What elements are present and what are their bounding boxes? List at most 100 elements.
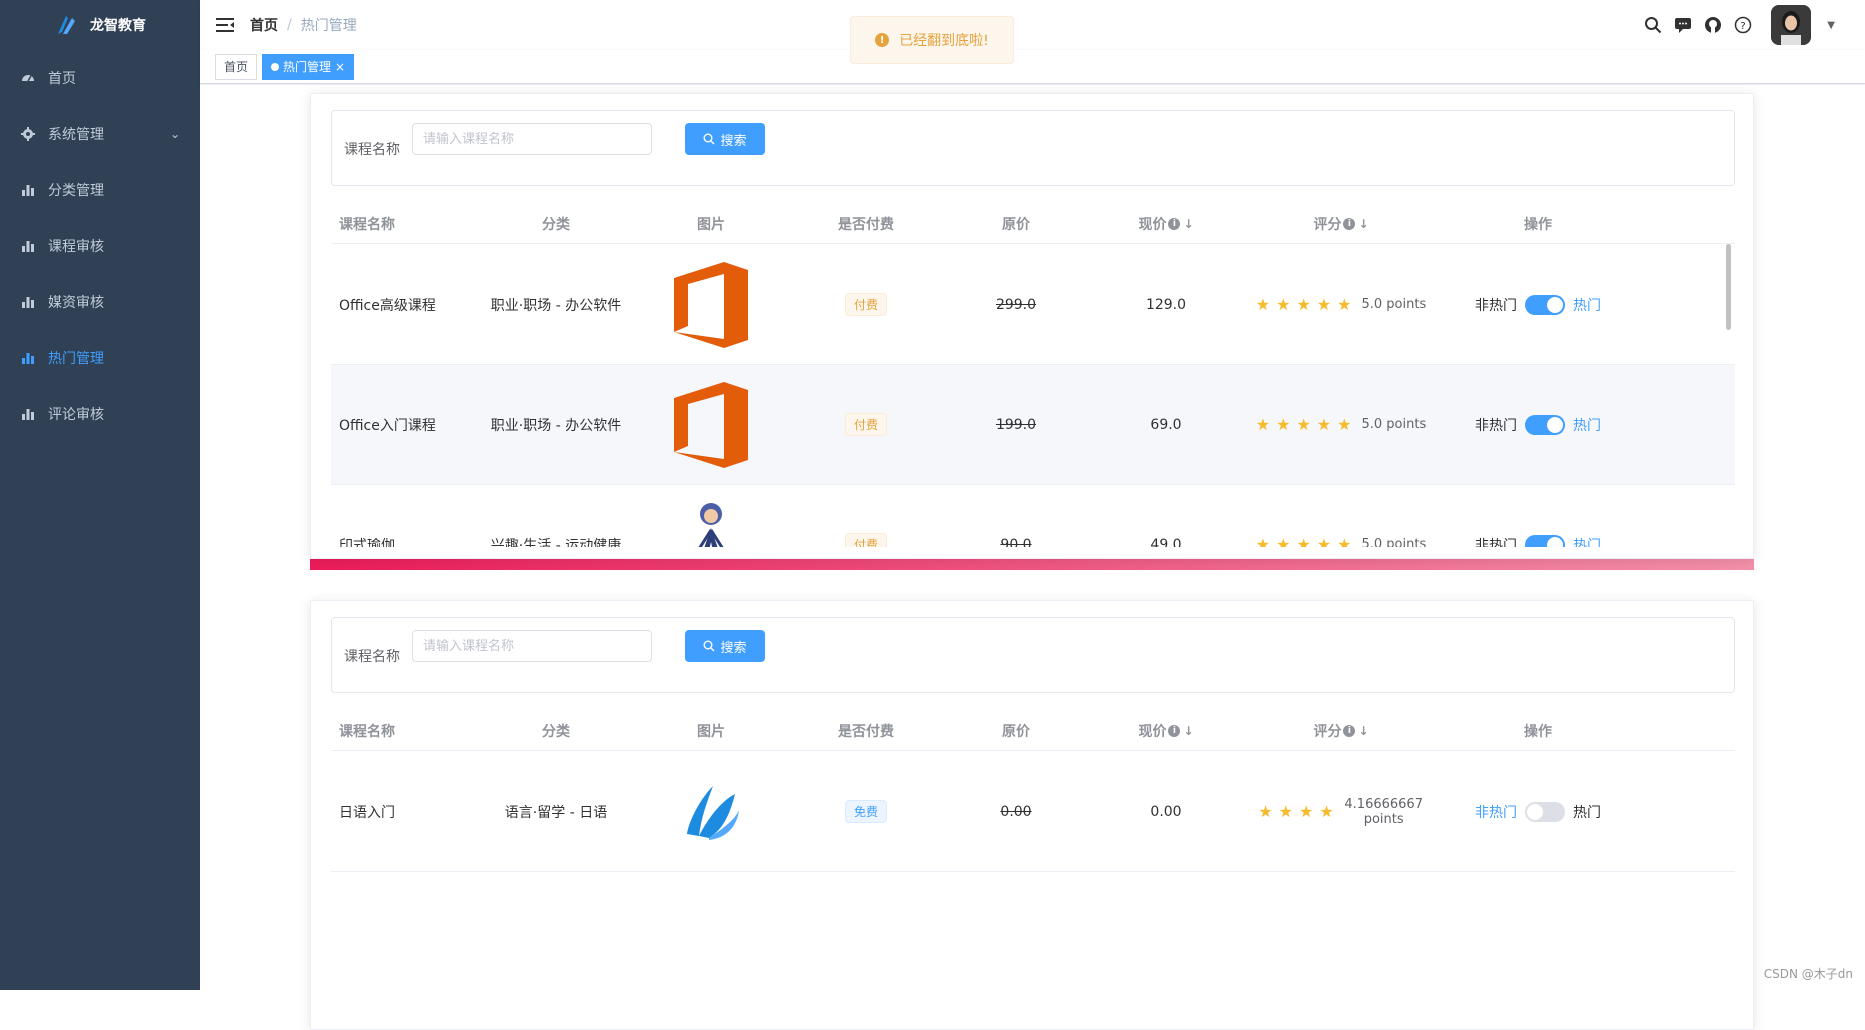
cell-current-price: 69.0 (1091, 417, 1241, 433)
hot-switch[interactable]: 非热门 热门 (1475, 802, 1601, 822)
cell-paid: 付费 (791, 293, 941, 316)
column-header[interactable]: 现价i↓ (1091, 214, 1241, 234)
column-header: 分类 (481, 214, 631, 234)
chevron-down-icon: ⌄ (170, 127, 180, 141)
table-body: Office高级课程 职业·职场 - 办公软件 付费 299.0 129.0 ★… (331, 245, 1735, 547)
sidebar-item-3[interactable]: 课程审核 (0, 218, 200, 274)
course-name-input[interactable] (412, 630, 652, 662)
table-header: 课程名称分类图片是否付费原价现价i↓评分i↓操作 (331, 204, 1735, 244)
panel-2-card: 课程名称 搜索 课程名称分类图片是否付费原价现价i↓评分i↓操作 日语入门 语言… (310, 600, 1754, 1030)
column-header: 课程名称 (331, 214, 481, 234)
sidebar-item-label: 首页 (48, 68, 76, 88)
search-form: 课程名称 搜索 (331, 617, 1735, 693)
column-header-label: 课程名称 (339, 214, 395, 234)
not-hot-label: 非热门 (1475, 535, 1517, 548)
search-button[interactable]: 搜索 (685, 123, 765, 155)
bar-chart-icon (20, 406, 36, 422)
column-header-label: 操作 (1524, 214, 1552, 234)
column-header-label: 图片 (697, 214, 725, 234)
avatar-dropdown-caret-icon[interactable]: ▼ (1827, 20, 1835, 31)
star-icon: ★ (1337, 295, 1351, 314)
avatar[interactable] (1771, 5, 1811, 45)
column-header-label: 原价 (1002, 214, 1030, 234)
star-icon: ★ (1276, 535, 1290, 547)
sidebar-item-5[interactable]: 热门管理 (0, 330, 200, 386)
sidebar-item-label: 媒资审核 (48, 292, 104, 312)
message-icon[interactable] (1673, 15, 1693, 35)
column-header[interactable]: 现价i↓ (1091, 721, 1241, 741)
paid-badge: 付费 (845, 533, 887, 547)
sidebar-item-0[interactable]: 首页 (0, 50, 200, 106)
cell-rating: ★★★★4.16666667 points (1241, 797, 1441, 827)
sort-desc-icon[interactable]: ↓ (1358, 724, 1368, 738)
sidebar-item-1[interactable]: 系统管理⌄ (0, 106, 200, 162)
bar-chart-icon (20, 238, 36, 254)
breadcrumb-home[interactable]: 首页 (250, 15, 278, 35)
sort-desc-icon[interactable]: ↓ (1358, 217, 1368, 231)
cell-current-price: 129.0 (1091, 297, 1241, 313)
sort-desc-icon[interactable]: ↓ (1183, 217, 1193, 231)
hamburger-button[interactable] (200, 0, 250, 50)
column-header-label: 是否付费 (838, 721, 894, 741)
github-icon[interactable] (1703, 15, 1723, 35)
cell-operation: 非热门 热门 (1441, 802, 1635, 822)
sidebar-item-6[interactable]: 评论审核 (0, 386, 200, 442)
search-button[interactable]: 搜索 (685, 630, 765, 662)
tag-close-icon[interactable]: × (335, 55, 345, 79)
cell-original-price: 90.0 (941, 537, 1091, 548)
hot-toggle[interactable] (1525, 535, 1565, 548)
star-icon: ★ (1276, 295, 1290, 314)
course-name-input[interactable] (412, 123, 652, 155)
hamburger-icon (216, 17, 234, 33)
hot-toggle[interactable] (1525, 802, 1565, 822)
rating-stars: ★★★★4.16666667 points (1258, 797, 1423, 827)
sidebar-item-label: 分类管理 (48, 180, 104, 200)
search-icon[interactable] (1643, 15, 1663, 35)
current-price: 0.00 (1150, 804, 1181, 820)
navbar: 首页 / 热门管理 ? ▼ (200, 0, 1865, 50)
table-row: Office入门课程 职业·职场 - 办公软件 付费 199.0 69.0 ★★… (331, 365, 1735, 485)
hot-switch[interactable]: 非热门 热门 (1475, 295, 1601, 315)
column-header-label: 现价 (1138, 721, 1166, 741)
search-button-label: 搜索 (720, 637, 746, 656)
warning-icon: ! (875, 33, 889, 47)
tag-label: 热门管理 (283, 55, 331, 79)
hot-switch[interactable]: 非热门 热门 (1475, 535, 1601, 548)
sort-desc-icon[interactable]: ↓ (1183, 724, 1193, 738)
sidebar-item-2[interactable]: 分类管理 (0, 162, 200, 218)
course-name: 印式瑜伽 (339, 535, 395, 548)
table-body: 日语入门 语言·留学 - 日语 免费 0.00 0.00 ★★★★4.16666… (331, 752, 1735, 872)
star-icon: ★ (1337, 535, 1351, 547)
table-row: 日语入门 语言·留学 - 日语 免费 0.00 0.00 ★★★★4.16666… (331, 752, 1735, 872)
star-icon: ★ (1279, 802, 1293, 821)
table-scrollbar[interactable] (1726, 244, 1731, 330)
column-header: 是否付费 (791, 214, 941, 234)
column-header-label: 图片 (697, 721, 725, 741)
brand-logo-area[interactable]: 龙智教育 (0, 0, 200, 50)
star-icon: ★ (1256, 535, 1270, 547)
column-header: 操作 (1441, 721, 1635, 741)
info-icon: i (1343, 725, 1355, 737)
hot-toggle[interactable] (1525, 295, 1565, 315)
gear-icon (20, 126, 36, 142)
sidebar-item-label: 评论审核 (48, 404, 104, 424)
column-header[interactable]: 评分i↓ (1241, 214, 1441, 234)
original-price: 199.0 (996, 417, 1036, 433)
column-header-label: 现价 (1138, 214, 1166, 234)
hot-toggle[interactable] (1525, 415, 1565, 435)
info-icon: i (1168, 725, 1180, 737)
help-icon[interactable]: ? (1733, 15, 1753, 35)
cell-original-price: 0.00 (941, 804, 1091, 820)
not-hot-label: 非热门 (1475, 802, 1517, 822)
column-header[interactable]: 评分i↓ (1241, 721, 1441, 741)
hot-switch[interactable]: 非热门 热门 (1475, 415, 1601, 435)
cell-course-name: Office高级课程 (331, 295, 481, 315)
cell-paid: 付费 (791, 413, 941, 436)
course-category: 兴趣·生活 - 运动健康 (491, 535, 621, 548)
info-icon: i (1168, 218, 1180, 230)
hot-label: 热门 (1573, 295, 1601, 315)
sidebar-item-4[interactable]: 媒资审核 (0, 274, 200, 330)
tags-view: 首页 热门管理 × (200, 50, 1865, 84)
tag-home[interactable]: 首页 (215, 54, 257, 80)
tag-hot-management[interactable]: 热门管理 × (262, 54, 354, 80)
